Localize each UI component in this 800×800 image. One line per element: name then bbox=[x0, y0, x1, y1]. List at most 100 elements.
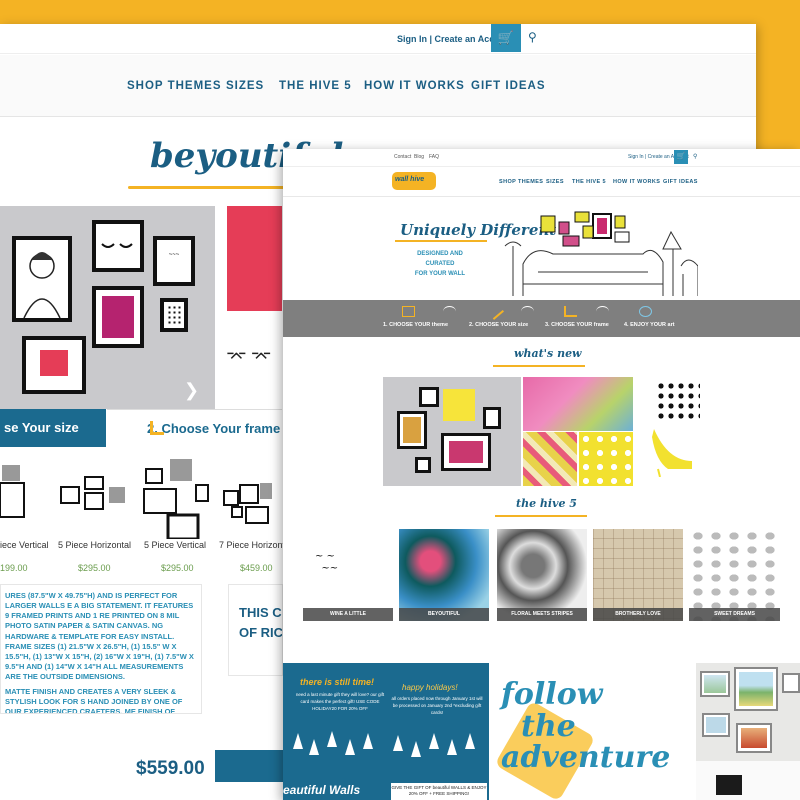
description-paragraph: URES (87.5"W X 49.75"H) AND IS PERFECT F… bbox=[5, 591, 194, 681]
hive5-card-wine-a-little[interactable]: ~ ~ ~~ WINE A LITTLE bbox=[303, 529, 393, 621]
pink-artwork-thumb[interactable] bbox=[227, 206, 282, 311]
nav-sizes[interactable]: SIZES bbox=[546, 179, 564, 185]
condition-box: THIS CO OF RICH bbox=[228, 584, 283, 676]
tree-icon bbox=[447, 739, 457, 755]
hive5-label: BEYOUTIFUL bbox=[399, 608, 489, 621]
toplink-contact[interactable]: Contact bbox=[394, 154, 411, 160]
whats-new-title: what's new bbox=[514, 347, 582, 360]
nav-gift-ideas[interactable]: GIFT IDEAS bbox=[471, 80, 546, 92]
cart-icon[interactable]: 🛒 bbox=[674, 150, 688, 164]
nav-gift-ideas[interactable]: GIFT IDEAS bbox=[663, 179, 698, 185]
nav-shop-themes[interactable]: SHOP THEMES bbox=[499, 179, 543, 185]
frame bbox=[700, 671, 730, 697]
chair-icon bbox=[716, 775, 742, 795]
nav-how-it-works[interactable]: HOW IT WORKS bbox=[613, 179, 660, 185]
sofa-sketch-illustration bbox=[504, 211, 698, 296]
back-top-bar bbox=[0, 24, 756, 54]
frame-pink bbox=[22, 336, 86, 394]
hive5-card-floral-meets-stripes[interactable]: FLORAL MEETS STRIPES bbox=[497, 529, 587, 621]
size-option-5-horizontal[interactable] bbox=[58, 459, 138, 569]
step-choose-size-button[interactable]: se Your size bbox=[0, 409, 106, 447]
promo-title: happy holidays! bbox=[402, 683, 458, 692]
frame-girl-sketch bbox=[12, 236, 72, 322]
frame bbox=[782, 673, 800, 693]
whats-new-blossom-tile[interactable] bbox=[523, 377, 633, 431]
arrow-curve-icon bbox=[521, 306, 534, 317]
whats-new-polka-tile[interactable] bbox=[579, 432, 633, 486]
hero-subtitle-line: FOR YOUR WALL bbox=[414, 271, 466, 278]
script-artwork: ~ ~ ~~ bbox=[315, 551, 339, 574]
nav-sizes[interactable]: SIZES bbox=[226, 80, 264, 92]
tree-icon bbox=[309, 739, 319, 755]
frame bbox=[736, 723, 772, 753]
nav-shop-themes[interactable]: SHOP THEMES bbox=[127, 80, 222, 92]
theme-icon bbox=[402, 306, 415, 317]
promo-gift-text: GIVE THE GIFT OF beautiful WALLS & ENJOY… bbox=[391, 783, 487, 800]
product-gallery-image[interactable]: ~~~ ❯ bbox=[0, 206, 215, 409]
size-price: $459.00 bbox=[240, 563, 273, 573]
follow-line: follow bbox=[501, 677, 603, 712]
step-4-label: 4. ENJOY YOUR art bbox=[624, 322, 675, 328]
back-main-nav: SHOP THEMES SIZES THE HIVE 5 HOW IT WORK… bbox=[0, 55, 756, 117]
toplink-faq[interactable]: FAQ bbox=[429, 154, 439, 160]
tree-icon bbox=[465, 733, 475, 749]
step-choose-frame-label: 2. Choose Your frame bbox=[147, 421, 281, 436]
whats-new-gallery-wall[interactable] bbox=[383, 377, 521, 486]
nav-how-it-works[interactable]: HOW IT WORKS bbox=[364, 80, 465, 92]
logo-text: wall hive bbox=[395, 176, 425, 183]
follow-line: the bbox=[521, 708, 576, 744]
search-icon[interactable]: ⚲ bbox=[693, 153, 697, 160]
tree-icon bbox=[345, 739, 355, 755]
arrow-curve-icon bbox=[596, 306, 609, 317]
frame-lashes bbox=[92, 220, 144, 272]
tree-icon bbox=[429, 733, 439, 749]
hive5-title: the hive 5 bbox=[516, 497, 577, 510]
step-1-label: 1. CHOOSE YOUR theme bbox=[383, 322, 448, 328]
hive5-card-sweet-dreams[interactable]: SWEET DREAMS bbox=[689, 529, 780, 621]
hive5-label: FLORAL MEETS STRIPES bbox=[497, 608, 587, 621]
tree-icon bbox=[393, 735, 403, 751]
landscape-gallery-image[interactable] bbox=[696, 663, 800, 800]
pencil-icon bbox=[486, 303, 505, 320]
whats-new-heels-tile[interactable] bbox=[638, 377, 700, 477]
hive5-label: BROTHERLY LOVE bbox=[593, 608, 683, 621]
size-label: 5 Piece Vertical bbox=[144, 540, 207, 550]
size-price: $295.00 bbox=[161, 563, 194, 573]
hive5-card-beyoutiful[interactable]: BEYOUTIFUL bbox=[399, 529, 489, 621]
frame bbox=[734, 667, 778, 711]
hero-subtitle-line: DESIGNED AND bbox=[417, 251, 463, 257]
logo[interactable]: wall hive bbox=[392, 172, 436, 190]
nav-hive-5[interactable]: THE HIVE 5 bbox=[572, 179, 606, 185]
frame bbox=[441, 433, 491, 471]
yellow-canvas bbox=[443, 389, 475, 421]
frame bbox=[419, 387, 439, 407]
hero-subtitle-line: CURATED bbox=[425, 261, 455, 268]
chevron-right-icon[interactable]: ❯ bbox=[184, 380, 199, 401]
promo-title: there is still time! bbox=[300, 677, 375, 687]
hive5-label: WINE A LITTLE bbox=[303, 608, 393, 621]
toplink-blog[interactable]: Blog bbox=[414, 154, 424, 160]
promo-bottom-text: eautiful Walls bbox=[283, 783, 361, 797]
condition-line: OF RICH bbox=[239, 624, 283, 640]
frame bbox=[702, 713, 730, 737]
size-label: 7 Piece Horizont bbox=[219, 540, 286, 550]
search-icon[interactable]: ⚲ bbox=[528, 30, 537, 44]
holiday-promo-banner[interactable]: there is still time! need a last minute … bbox=[283, 663, 489, 800]
whats-new-pattern-tile[interactable] bbox=[523, 432, 577, 486]
condition-line: THIS CO bbox=[239, 605, 282, 620]
room-floor bbox=[696, 761, 800, 800]
how-it-works-steps: 1. CHOOSE YOUR theme 2. CHOOSE YOUR size… bbox=[283, 300, 800, 337]
size-option-5-vertical[interactable] bbox=[140, 459, 220, 569]
hive5-card-brotherly-love[interactable]: BROTHERLY LOVE bbox=[593, 529, 683, 621]
step-choose-frame-button[interactable]: 2. Choose Your frame bbox=[107, 409, 282, 447]
ruler-icon bbox=[150, 421, 164, 435]
title-underline bbox=[128, 186, 288, 189]
step-2-label: 2. CHOOSE YOUR size bbox=[469, 322, 529, 328]
cart-icon[interactable]: 🛒 bbox=[491, 24, 521, 52]
follow-the-adventure[interactable]: follow the adventure bbox=[501, 679, 670, 774]
arrow-curve-icon bbox=[443, 306, 456, 317]
nav-hive-5[interactable]: THE HIVE 5 bbox=[279, 80, 352, 92]
hive5-label: SWEET DREAMS bbox=[689, 608, 780, 621]
lashes-icon: ⌤⌤ bbox=[226, 347, 276, 367]
add-to-cart-button[interactable] bbox=[215, 750, 285, 782]
